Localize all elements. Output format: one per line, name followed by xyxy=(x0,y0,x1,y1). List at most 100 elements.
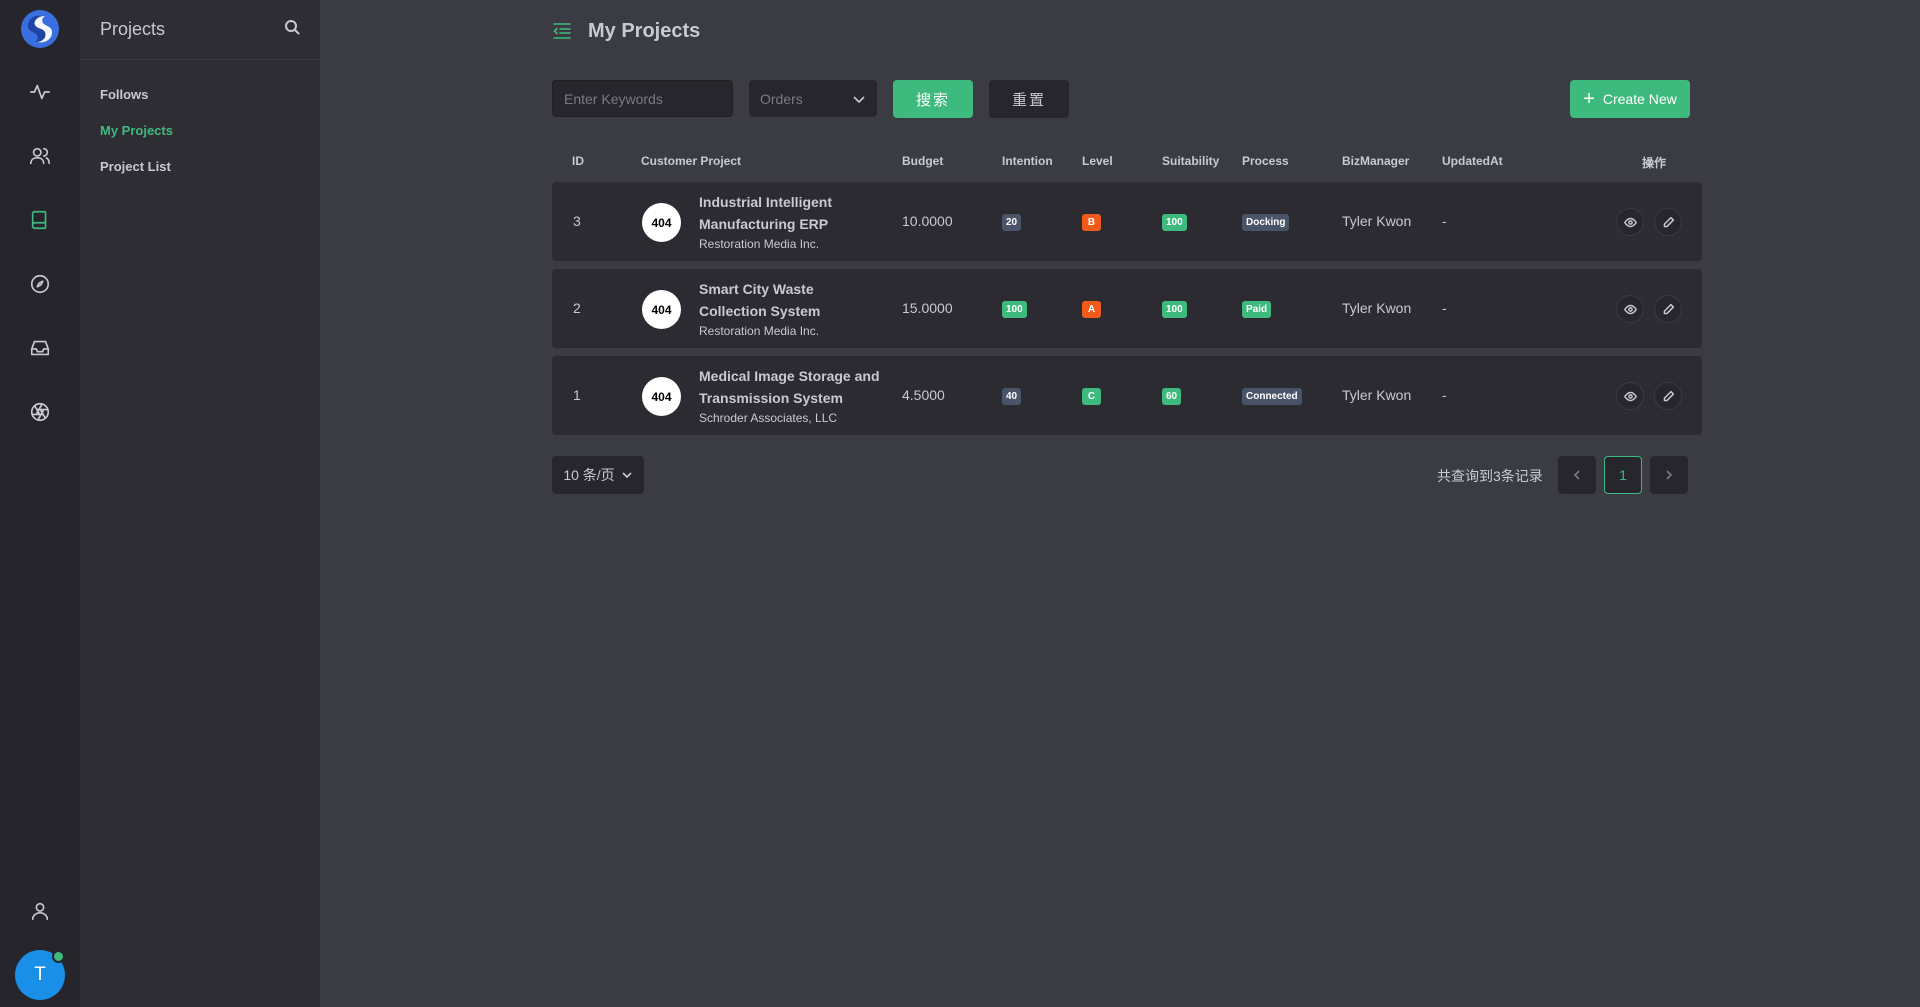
inbox-icon[interactable] xyxy=(20,328,60,368)
updated-at: - xyxy=(1442,387,1447,403)
prev-page-button[interactable] xyxy=(1558,456,1596,494)
orders-select-placeholder: Orders xyxy=(760,90,803,107)
level-badge: C xyxy=(1082,388,1101,405)
pencil-icon xyxy=(1663,216,1674,227)
sidebar-nav: Follows My Projects Project List xyxy=(80,60,320,184)
page-size-label: 10 条/页 xyxy=(563,467,615,483)
col-budget: Budget xyxy=(902,154,944,168)
level-badge: B xyxy=(1082,214,1101,231)
project-name-line-2: Transmission System xyxy=(699,390,843,406)
plus-icon: + xyxy=(1583,88,1595,110)
col-id: ID xyxy=(572,154,584,168)
view-button[interactable] xyxy=(1616,208,1644,236)
col-level: Level xyxy=(1082,154,1113,168)
page-title: My Projects xyxy=(588,19,701,42)
pencil-icon xyxy=(1663,303,1674,314)
main-content: My Projects Orders 搜索 重置 + Create New ID… xyxy=(320,0,1920,1007)
reset-button[interactable]: 重置 xyxy=(989,80,1069,118)
customer-name: Schroder Associates, LLC xyxy=(699,411,838,425)
edit-button[interactable] xyxy=(1654,382,1682,410)
suitability-badge: 100 xyxy=(1162,214,1187,231)
orders-select[interactable]: Orders xyxy=(749,80,877,117)
sidebar-item-my-projects[interactable]: My Projects xyxy=(80,112,320,148)
avatar[interactable]: T xyxy=(15,950,65,1000)
row-id: 2 xyxy=(573,300,581,316)
customer-name: Restoration Media Inc. xyxy=(699,324,820,338)
book-icon[interactable] xyxy=(20,200,60,240)
suitability-badge: 100 xyxy=(1162,301,1187,318)
budget-value: 10.0000 xyxy=(902,213,953,229)
pulse-icon[interactable] xyxy=(20,72,60,112)
app-logo[interactable] xyxy=(21,10,59,48)
sidebar: Projects Follows My Projects Project Lis… xyxy=(80,0,320,1007)
pencil-icon xyxy=(1663,390,1674,401)
online-status-dot xyxy=(52,950,65,963)
next-page-button[interactable] xyxy=(1650,456,1688,494)
chevron-down-icon xyxy=(853,95,865,103)
budget-value: 4.5000 xyxy=(902,387,945,403)
table-row[interactable]: 3 404 Industrial Intelligent Manufacturi… xyxy=(552,182,1702,261)
search-icon[interactable] xyxy=(284,19,300,40)
project-name[interactable]: Industrial Intelligent Manufacturing ERP xyxy=(699,191,832,235)
biz-manager: Tyler Kwon xyxy=(1342,387,1412,403)
process-badge: Docking xyxy=(1242,214,1290,231)
toolbar: Orders 搜索 重置 + Create New xyxy=(552,80,1690,118)
row-id: 1 xyxy=(573,387,581,403)
edit-button[interactable] xyxy=(1654,295,1682,323)
page-number-current[interactable]: 1 xyxy=(1604,456,1642,494)
user-icon[interactable] xyxy=(20,891,60,931)
sidebar-title: Projects xyxy=(100,19,166,39)
create-new-button[interactable]: + Create New xyxy=(1570,80,1690,118)
avatar-letter: T xyxy=(34,964,46,985)
eye-icon xyxy=(1623,304,1637,314)
process-badge: Connected xyxy=(1242,388,1302,405)
col-actions: 操作 xyxy=(1642,156,1667,170)
project-logo: 404 xyxy=(642,203,681,242)
view-button[interactable] xyxy=(1616,295,1644,323)
sidebar-item-follows[interactable]: Follows xyxy=(80,76,320,112)
project-name[interactable]: Smart City Waste Collection System xyxy=(699,278,820,322)
table-row[interactable]: 1 404 Medical Image Storage and Transmis… xyxy=(552,356,1702,435)
col-bizmanager: BizManager xyxy=(1342,154,1410,168)
budget-value: 15.0000 xyxy=(902,300,953,316)
intention-badge: 40 xyxy=(1002,388,1022,405)
col-updatedat: UpdatedAt xyxy=(1442,154,1503,168)
page-size-select[interactable]: 10 条/页 xyxy=(552,456,644,494)
aperture-icon[interactable] xyxy=(20,392,60,432)
table-header: ID Customer Project Budget Intention Lev… xyxy=(552,148,1702,174)
users-icon[interactable] xyxy=(20,136,60,176)
updated-at: - xyxy=(1442,213,1447,229)
intention-badge: 100 xyxy=(1002,301,1027,318)
chevron-down-icon xyxy=(622,472,632,479)
col-suitability: Suitability xyxy=(1162,154,1220,168)
intention-badge: 20 xyxy=(1002,214,1022,231)
create-new-label: Create New xyxy=(1602,91,1677,107)
search-input[interactable] xyxy=(552,80,733,117)
icon-rail: T xyxy=(0,0,80,1007)
project-name-line-1: Industrial Intelligent xyxy=(699,194,833,210)
suitability-badge: 60 xyxy=(1162,388,1182,405)
view-button[interactable] xyxy=(1616,382,1644,410)
project-logo: 404 xyxy=(642,377,681,416)
process-badge: Paid xyxy=(1242,301,1272,318)
project-name-line-2: Manufacturing ERP xyxy=(699,216,829,232)
project-name-line-2: Collection System xyxy=(699,303,821,319)
row-id: 3 xyxy=(573,213,581,229)
project-name-line-1: Smart City Waste xyxy=(699,281,814,297)
edit-button[interactable] xyxy=(1654,208,1682,236)
biz-manager: Tyler Kwon xyxy=(1342,213,1412,229)
compass-icon[interactable] xyxy=(20,264,60,304)
page-header: My Projects xyxy=(552,16,700,46)
sidebar-header: Projects xyxy=(80,0,320,60)
customer-name: Restoration Media Inc. xyxy=(699,237,820,251)
eye-icon xyxy=(1623,217,1637,227)
col-intention: Intention xyxy=(1002,154,1053,168)
menu-toggle-icon[interactable] xyxy=(552,21,572,41)
table-row[interactable]: 2 404 Smart City Waste Collection System… xyxy=(552,269,1702,348)
search-button[interactable]: 搜索 xyxy=(893,80,973,118)
total-records: 共查询到3条记录 xyxy=(1437,468,1543,484)
project-name-line-1: Medical Image Storage and xyxy=(699,368,880,384)
sidebar-item-project-list[interactable]: Project List xyxy=(80,148,320,184)
project-name[interactable]: Medical Image Storage and Transmission S… xyxy=(699,365,880,409)
eye-icon xyxy=(1623,391,1637,401)
